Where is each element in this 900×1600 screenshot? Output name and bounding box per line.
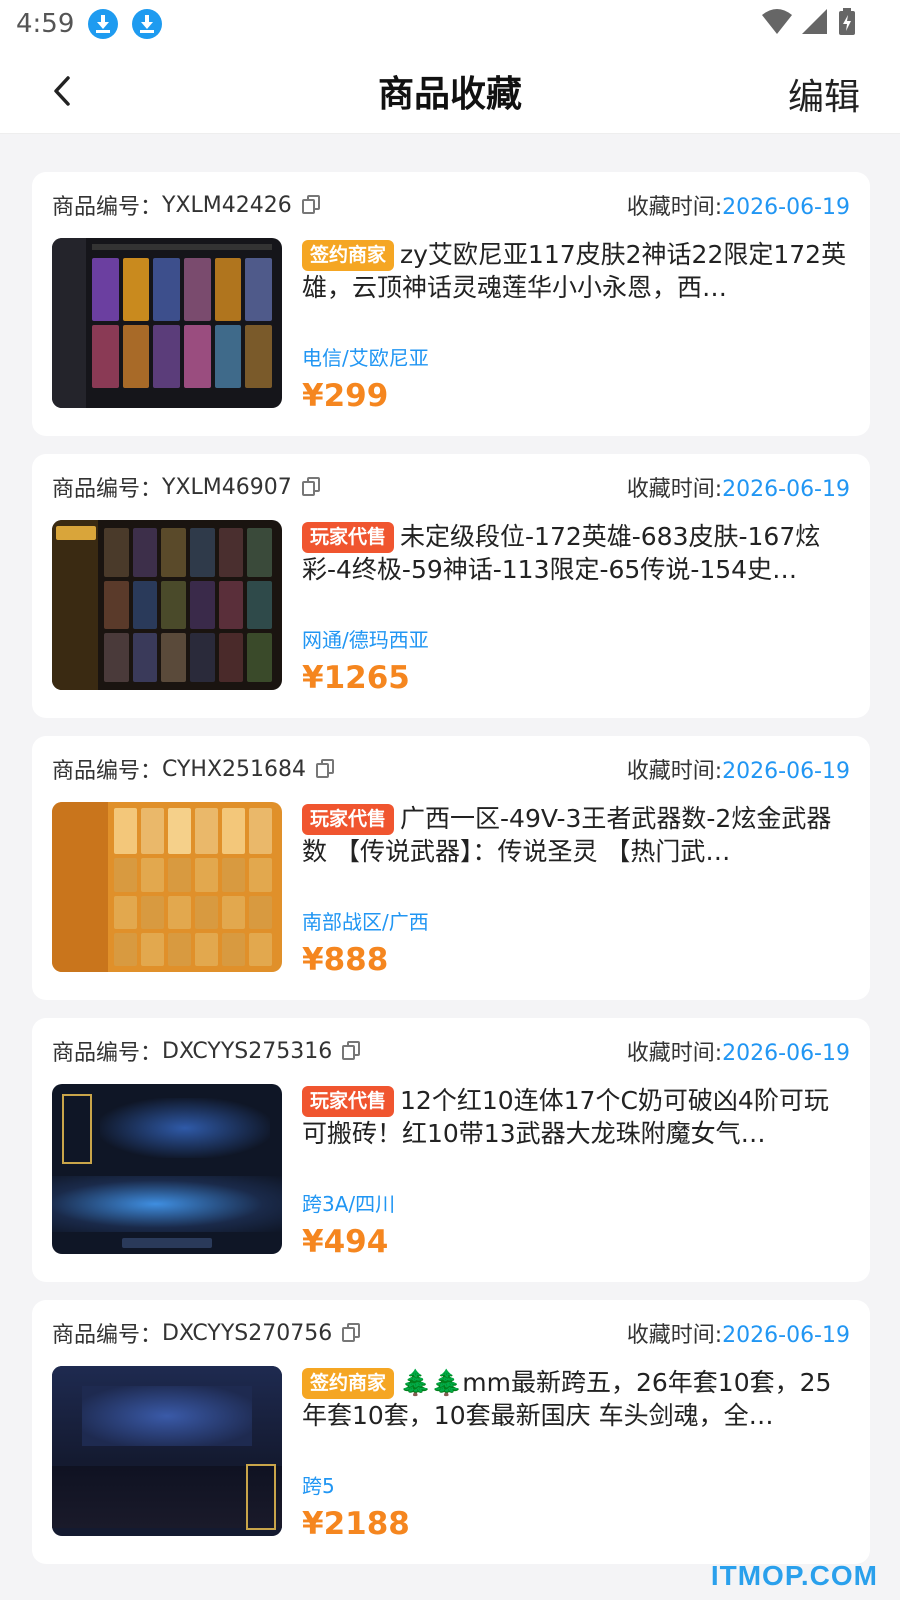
copy-icon[interactable] bbox=[316, 759, 336, 779]
item-region: 网通/德玛西亚 bbox=[302, 628, 429, 652]
code-value: CYHX251684 bbox=[162, 756, 307, 782]
favorite-time: 收藏时间:2026-06-19 bbox=[627, 753, 850, 785]
item-region: 南部战区/广西 bbox=[302, 910, 429, 934]
code-prefix: 商品编号： bbox=[52, 1041, 163, 1066]
favorites-list: 商品编号： YXLM42426 收藏时间:2026-06-19 签约商家 zy艾欧… bbox=[0, 134, 900, 1564]
time-prefix: 收藏时间: bbox=[626, 1041, 723, 1066]
time-value: 2026-06-19 bbox=[722, 1041, 850, 1066]
item-thumbnail[interactable] bbox=[52, 1366, 282, 1536]
item-price: ¥1265 bbox=[302, 660, 410, 696]
code-value: DXCYYS275316 bbox=[162, 1038, 333, 1064]
item-price: ¥494 bbox=[302, 1224, 389, 1260]
favorite-item-card[interactable]: 商品编号： YXLM42426 收藏时间:2026-06-19 签约商家 zy艾欧… bbox=[32, 172, 870, 436]
item-code: 商品编号： YXLM42426 bbox=[52, 189, 322, 221]
item-code: 商品编号： DXCYYS275316 bbox=[52, 1035, 362, 1067]
favorite-item-card[interactable]: 商品编号： DXCYYS275316 收藏时间:2026-06-19 玩家代售 1… bbox=[32, 1018, 870, 1282]
time-value: 2026-06-19 bbox=[722, 1323, 850, 1348]
favorite-time: 收藏时间:2026-06-19 bbox=[627, 1035, 850, 1067]
item-price: ¥299 bbox=[302, 378, 389, 414]
badge-player-consignment: 玩家代售 bbox=[302, 1086, 395, 1117]
wifi-icon bbox=[762, 9, 792, 34]
badge-signed-merchant: 签约商家 bbox=[302, 1368, 395, 1399]
item-code: 商品编号： YXLM46907 bbox=[52, 471, 322, 503]
code-prefix: 商品编号： bbox=[52, 477, 163, 502]
time-prefix: 收藏时间: bbox=[626, 1323, 723, 1348]
item-title: 玩家代售 未定级段位-172英雄-683皮肤-167炫彩-4终极-59神话-113… bbox=[302, 520, 850, 586]
copy-icon[interactable] bbox=[301, 477, 322, 497]
item-title: 签约商家 🌲🌲mm最新跨五，26年套10套，25年套10套，10套最新国庆 车头剑… bbox=[302, 1366, 850, 1432]
item-thumbnail[interactable] bbox=[52, 1084, 282, 1254]
favorite-item-card[interactable]: 商品编号： YXLM46907 收藏时间:2026-06-19 玩家代售 未定级段… bbox=[32, 454, 870, 718]
favorite-time: 收藏时间:2026-06-19 bbox=[627, 189, 850, 221]
favorite-item-card[interactable]: 商品编号： DXCYYS270756 收藏时间:2026-06-19 签约商家 🌲… bbox=[32, 1300, 870, 1564]
favorite-time: 收藏时间:2026-06-19 bbox=[627, 471, 850, 503]
badge-signed-merchant: 签约商家 bbox=[302, 240, 395, 271]
badge-player-consignment: 玩家代售 bbox=[302, 804, 395, 835]
back-arrow-icon[interactable] bbox=[48, 74, 78, 108]
time-prefix: 收藏时间: bbox=[626, 477, 723, 502]
item-title: 玩家代售 12个红10连体17个C奶可破凶4阶可玩可搬砖！红10带13武器大龙珠附… bbox=[302, 1084, 850, 1150]
item-region: 跨5 bbox=[302, 1474, 335, 1498]
code-prefix: 商品编号： bbox=[52, 759, 163, 784]
page-title: 商品收藏 bbox=[377, 73, 522, 115]
item-title: 签约商家 zy艾欧尼亚117皮肤2神话22限定172英雄，云顶神话灵魂莲华小小永恩… bbox=[302, 238, 850, 304]
item-code: 商品编号： DXCYYS270756 bbox=[52, 1317, 362, 1349]
item-price: ¥2188 bbox=[302, 1506, 410, 1542]
time-prefix: 收藏时间: bbox=[626, 759, 723, 784]
edit-button[interactable]: 编辑 bbox=[788, 68, 860, 120]
time-prefix: 收藏时间: bbox=[626, 195, 723, 220]
code-value: DXCYYS270756 bbox=[162, 1320, 333, 1346]
item-thumbnail[interactable] bbox=[52, 238, 282, 408]
item-region: 电信/艾欧尼亚 bbox=[302, 346, 429, 370]
cell-signal-icon bbox=[802, 9, 827, 34]
time-value: 2026-06-19 bbox=[722, 195, 850, 220]
download-icon bbox=[88, 9, 119, 39]
favorite-item-card[interactable]: 商品编号： CYHX251684 收藏时间:2026-06-19 玩家代售 广西一… bbox=[32, 736, 870, 1000]
battery-icon bbox=[839, 8, 855, 35]
item-code: 商品编号： CYHX251684 bbox=[52, 753, 336, 785]
status-bar: 4:59 bbox=[0, 0, 900, 48]
status-time: 4:59 bbox=[16, 9, 75, 39]
time-value: 2026-06-19 bbox=[722, 759, 850, 784]
item-thumbnail[interactable] bbox=[52, 520, 282, 690]
code-prefix: 商品编号： bbox=[52, 1323, 163, 1348]
watermark: ITMOP.COM bbox=[710, 1560, 878, 1591]
code-value: YXLM46907 bbox=[162, 474, 292, 500]
time-value: 2026-06-19 bbox=[722, 477, 850, 502]
copy-icon[interactable] bbox=[301, 195, 322, 215]
item-price: ¥888 bbox=[302, 942, 389, 978]
copy-icon[interactable] bbox=[342, 1041, 362, 1061]
badge-player-consignment: 玩家代售 bbox=[302, 522, 395, 553]
code-prefix: 商品编号： bbox=[52, 195, 163, 220]
item-title: 玩家代售 广西一区-49V-3王者武器数-2炫金武器数 【传说武器】：传说圣灵 【… bbox=[302, 802, 850, 868]
item-thumbnail[interactable] bbox=[52, 802, 282, 972]
download-icon bbox=[132, 9, 163, 39]
favorite-time: 收藏时间:2026-06-19 bbox=[627, 1317, 850, 1349]
nav-bar: 商品收藏 编辑 bbox=[0, 48, 900, 134]
copy-icon[interactable] bbox=[342, 1323, 362, 1343]
code-value: YXLM42426 bbox=[162, 192, 292, 218]
item-region: 跨3A/四川 bbox=[302, 1192, 396, 1216]
